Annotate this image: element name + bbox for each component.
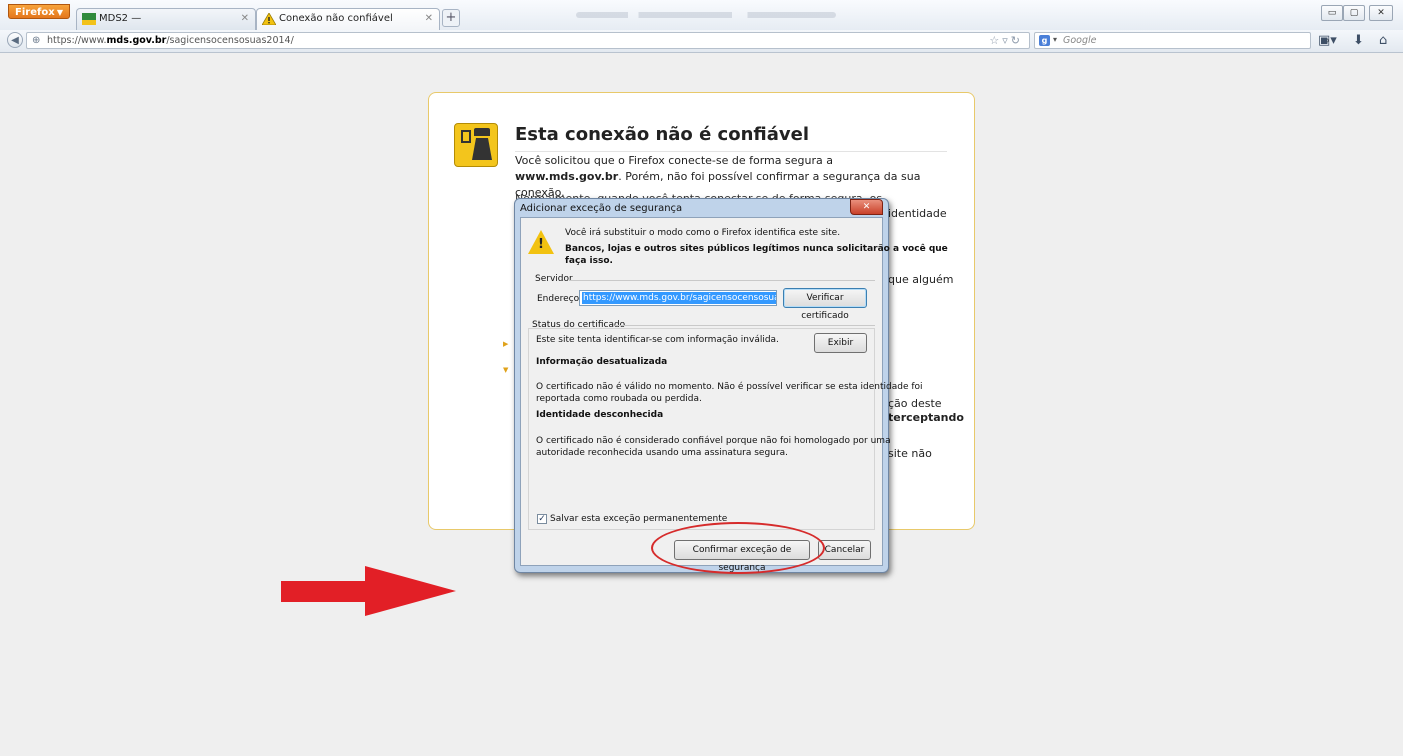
tab-strip: Firefox ▼ MDS2 — ✕ Conexão não confiável… xyxy=(0,0,1403,30)
back-button[interactable]: ◀ xyxy=(7,32,23,48)
tab-untrusted-connection[interactable]: Conexão não confiável ✕ xyxy=(256,8,440,30)
google-icon[interactable]: g xyxy=(1039,35,1050,46)
permanent-exception-label: Salvar esta exceção permanentemente xyxy=(550,514,728,524)
error-text-fragment: terceptando xyxy=(888,411,964,424)
search-placeholder: Google xyxy=(1063,35,1097,46)
tab-mds2[interactable]: MDS2 — ✕ xyxy=(76,8,256,30)
address-label: Endereço: xyxy=(537,294,583,304)
url-bar[interactable]: ⊕ https://www.mds.gov.br/sagicensocensos… xyxy=(26,32,1030,49)
page-title: Esta conexão não é confiável xyxy=(515,124,947,152)
expand-triangle-icon[interactable]: ▶ xyxy=(503,340,508,348)
annotation-circle xyxy=(651,522,825,574)
warning-bold-text: Bancos, lojas e outros sites públicos le… xyxy=(565,244,948,254)
warning-icon xyxy=(262,13,276,25)
navigation-bar: ◀ ⊕ https://www.mds.gov.br/sagicensocens… xyxy=(0,30,1403,53)
engine-dropdown-icon[interactable]: ▾ xyxy=(1053,35,1057,44)
blurred-window-title xyxy=(576,12,836,18)
tab-title: MDS2 — xyxy=(99,13,142,24)
url-text: https://www.mds.gov.br/sagicensocensosua… xyxy=(47,35,294,46)
view-certificate-button[interactable]: Exibir xyxy=(814,333,867,353)
home-icon[interactable]: ⌂ xyxy=(1379,33,1387,48)
error-text-fragment: que alguém xyxy=(888,273,954,286)
downloads-icon[interactable]: ⬇ xyxy=(1353,33,1364,48)
untrusted-connection-icon xyxy=(454,123,498,167)
error-text-fragment: site não xyxy=(888,447,932,460)
bookmarks-menu-icon[interactable]: ▣▾ xyxy=(1318,33,1337,48)
address-value: https://www.mds.gov.br/sagicensocensosua… xyxy=(582,292,776,304)
warning-text: Você irá substituir o modo como o Firefo… xyxy=(565,228,841,238)
warning-icon: ! xyxy=(528,230,554,254)
unknown-identity-text: O certificado não é considerado confiáve… xyxy=(536,436,891,446)
dialog-title: Adicionar exceção de segurança xyxy=(520,203,683,214)
outdated-info-text: reportada como roubada ou perdida. xyxy=(536,394,702,404)
globe-icon: ⊕ xyxy=(32,35,41,46)
permanent-exception-checkbox[interactable]: ✓ xyxy=(537,514,547,524)
address-input[interactable]: https://www.mds.gov.br/sagicensocensosua… xyxy=(579,290,777,306)
server-section-label: Servidor xyxy=(535,274,573,284)
url-bar-tools: ☆▿↻ xyxy=(989,34,1023,47)
error-text-fragment: identidade xyxy=(888,207,947,220)
reload-icon[interactable]: ↻ xyxy=(1011,34,1023,47)
search-bar[interactable]: g ▾ Google ⌕ xyxy=(1034,32,1330,49)
unknown-identity-text: autoridade reconhecida usando uma assina… xyxy=(536,448,788,458)
history-dropdown-icon[interactable]: ▿ xyxy=(1002,34,1011,47)
annotation-arrow-icon xyxy=(281,566,456,616)
error-text-fragment: ção deste xyxy=(888,397,942,410)
tab-close-icon[interactable]: ✕ xyxy=(425,13,433,24)
outdated-info-text: O certificado não é válido no momento. N… xyxy=(536,382,923,392)
section-divider xyxy=(615,325,875,326)
tab-close-icon[interactable]: ✕ xyxy=(241,13,249,24)
dialog-close-button[interactable]: ✕ xyxy=(850,199,883,215)
warning-bold-text: faça isso. xyxy=(565,256,613,266)
verify-certificate-button[interactable]: Verificar certificado xyxy=(783,288,867,321)
firefox-menu-button[interactable]: Firefox ▼ xyxy=(8,4,70,19)
tab-title: Conexão não confiável xyxy=(279,13,393,24)
certificate-status-text: Este site tenta identificar-se com infor… xyxy=(536,335,779,345)
minimize-button[interactable]: ▭ xyxy=(1321,5,1343,21)
mds-favicon-icon xyxy=(82,13,96,25)
new-tab-button[interactable]: + xyxy=(442,9,460,27)
firefox-menu-label: Firefox xyxy=(15,7,55,18)
collapse-triangle-icon[interactable]: ▼ xyxy=(503,366,508,374)
maximize-button[interactable]: ▢ xyxy=(1343,5,1365,21)
outdated-info-heading: Informação desatualizada xyxy=(536,357,668,367)
chevron-down-icon: ▼ xyxy=(56,8,63,17)
unknown-identity-heading: Identidade desconhecida xyxy=(536,410,664,420)
bookmark-star-icon[interactable]: ☆ xyxy=(989,34,1002,47)
close-window-button[interactable]: ✕ xyxy=(1369,5,1393,21)
cancel-button[interactable]: Cancelar xyxy=(818,540,871,560)
section-divider xyxy=(570,280,875,281)
